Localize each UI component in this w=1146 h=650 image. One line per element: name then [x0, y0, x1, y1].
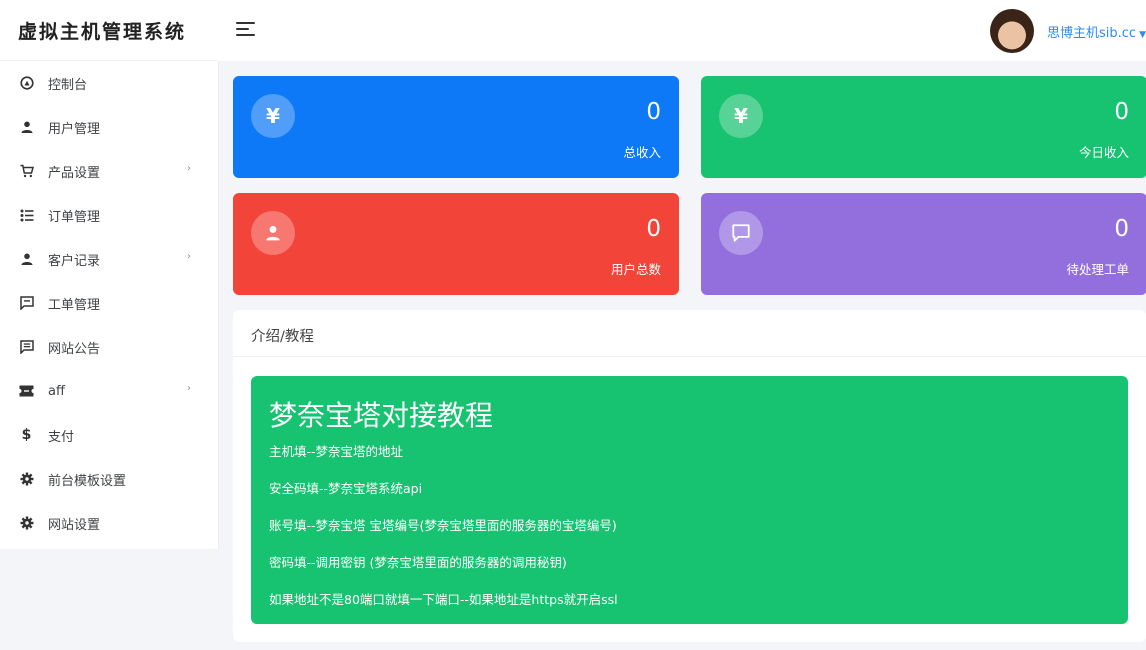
gear-icon	[19, 472, 34, 487]
panel-title: 介绍/教程	[233, 310, 1146, 357]
tutorial-line: 安全码填--梦奈宝塔系统api	[269, 481, 423, 496]
stat-label: 用户总数	[610, 262, 661, 277]
sidebar-item-label: aff	[48, 383, 65, 399]
sidebar-item-tickets[interactable]: 工单管理	[0, 281, 218, 325]
tutorial-title: 梦奈宝塔对接教程	[269, 399, 494, 432]
sidebar-item-label: 控制台	[48, 77, 88, 93]
brand-title: 虚拟主机管理系统	[18, 20, 187, 43]
sidebar-item-template-settings[interactable]: 前台模板设置	[0, 457, 218, 501]
chevron-right-icon: ›	[187, 383, 191, 394]
user-menu[interactable]: 思博主机sib.cc ▼	[1047, 22, 1146, 41]
brand[interactable]: 虚拟主机管理系统	[0, 0, 218, 61]
stat-label: 待处理工单	[1066, 262, 1129, 277]
ticket-icon	[19, 384, 34, 399]
stat-label: 今日收入	[1078, 145, 1129, 160]
menu-toggle-icon[interactable]	[236, 22, 255, 37]
list-icon	[19, 208, 34, 223]
sidebar-item-products[interactable]: 产品设置 ›	[0, 149, 218, 193]
user-icon	[19, 120, 34, 135]
stat-card-total-income: ¥ 0 总收入	[233, 76, 679, 178]
stat-value: 0	[646, 99, 661, 125]
chevron-right-icon: ›	[187, 163, 191, 174]
sidebar-item-label: 支付	[48, 429, 75, 445]
dashboard-icon	[19, 76, 34, 91]
sidebar-item-orders[interactable]: 订单管理	[0, 193, 218, 237]
user-name: 思博主机sib.cc	[1047, 26, 1137, 41]
tutorial-line: 主机填--梦奈宝塔的地址	[269, 444, 404, 459]
intro-panel: 介绍/教程 梦奈宝塔对接教程 主机填--梦奈宝塔的地址 安全码填--梦奈宝塔系统…	[233, 310, 1146, 642]
sidebar-item-label: 工单管理	[48, 297, 101, 313]
avatar[interactable]	[990, 9, 1034, 53]
chevron-right-icon: ›	[187, 251, 191, 262]
gear-icon	[19, 516, 34, 531]
announcement-icon	[19, 340, 34, 355]
topbar: 思博主机sib.cc ▼	[218, 0, 1146, 61]
sidebar-menu: 控制台 用户管理 产品设置 › 订单管理 客户记录 › 工单管理 网站公告 af…	[0, 61, 218, 545]
sidebar-item-payment[interactable]: $ 支付	[0, 413, 218, 457]
stat-card-total-users: 0 用户总数	[233, 193, 679, 295]
tutorial-box: 梦奈宝塔对接教程 主机填--梦奈宝塔的地址 安全码填--梦奈宝塔系统api 账号…	[251, 376, 1128, 624]
cart-icon	[19, 164, 34, 179]
sidebar-item-label: 客户记录	[48, 253, 101, 269]
sidebar-item-label: 用户管理	[48, 121, 101, 137]
stat-card-pending-tickets: 0 待处理工单	[701, 193, 1146, 295]
sidebar-item-site-settings[interactable]: 网站设置	[0, 501, 218, 545]
stat-card-today-income: ¥ 0 今日收入	[701, 76, 1146, 178]
tutorial-line: 如果地址不是80端口就填一下端口--如果地址是https就开启ssl	[269, 592, 618, 607]
sidebar-item-customers[interactable]: 客户记录 ›	[0, 237, 218, 281]
stat-value: 0	[1114, 216, 1129, 242]
stat-value: 0	[646, 216, 661, 242]
sidebar-item-label: 网站公告	[48, 341, 101, 357]
tutorial-line: 密码填--调用密钥 (梦奈宝塔里面的服务器的调用秘钥)	[269, 555, 567, 570]
stat-label: 总收入	[623, 145, 661, 160]
sidebar-item-label: 订单管理	[48, 209, 101, 225]
tutorial-line: 账号填--梦奈宝塔 宝塔编号(梦奈宝塔里面的服务器的宝塔编号)	[269, 518, 617, 533]
user-icon	[19, 252, 34, 267]
sidebar-item-users[interactable]: 用户管理	[0, 105, 218, 149]
dollar-icon: $	[21, 427, 32, 443]
yen-icon: ¥	[719, 94, 763, 138]
sidebar-item-label: 产品设置	[48, 165, 101, 181]
stat-value: 0	[1114, 99, 1129, 125]
yen-icon: ¥	[251, 94, 295, 138]
user-icon	[251, 211, 295, 255]
message-icon	[719, 211, 763, 255]
sidebar-item-announcements[interactable]: 网站公告	[0, 325, 218, 369]
message-icon	[19, 296, 34, 311]
sidebar-item-aff[interactable]: aff ›	[0, 369, 218, 413]
sidebar-item-label: 网站设置	[48, 517, 101, 533]
sidebar-item-dashboard[interactable]: 控制台	[0, 61, 218, 105]
sidebar: 虚拟主机管理系统 控制台 用户管理 产品设置 › 订单管理 客户记录 › 工单管…	[0, 0, 218, 549]
sidebar-item-label: 前台模板设置	[48, 473, 127, 489]
caret-down-icon: ▼	[1139, 30, 1146, 40]
